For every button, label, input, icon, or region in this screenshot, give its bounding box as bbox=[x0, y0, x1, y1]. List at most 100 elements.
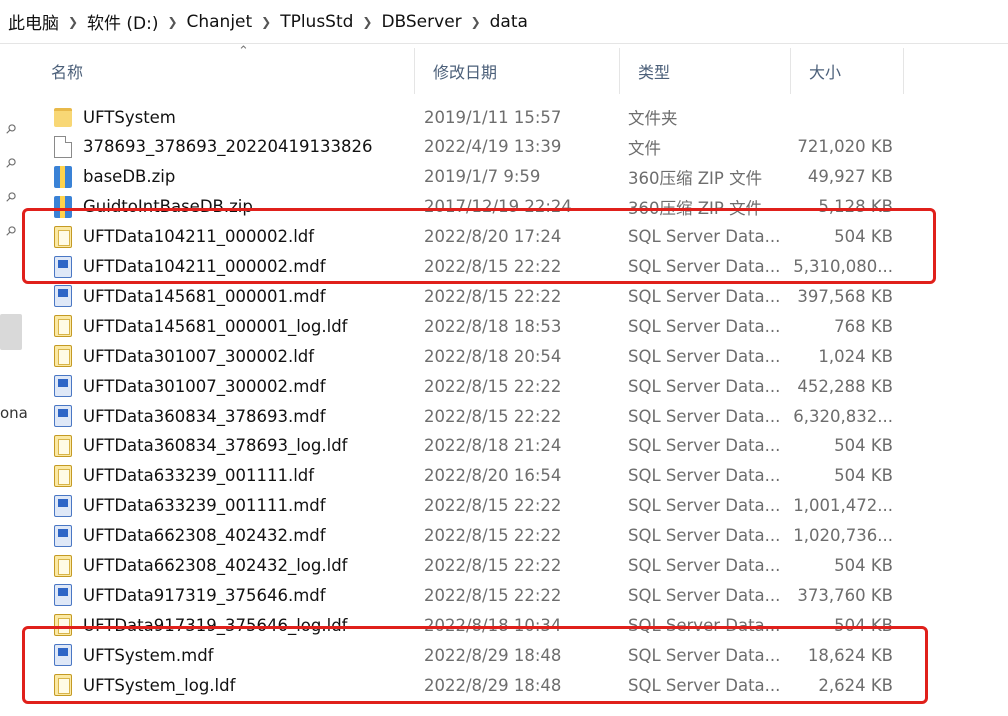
file-row[interactable]: UFTData360834_378693.mdf 2022/8/15 22:22 S… bbox=[40, 401, 910, 431]
file-name-cell[interactable]: UFTData301007_300002.ldf bbox=[54, 345, 314, 368]
file-row[interactable]: UFTData301007_300002.ldf 2022/8/18 20:54 S… bbox=[40, 341, 910, 371]
file-name[interactable]: UFTData917319_375646.mdf bbox=[83, 586, 326, 605]
file-name[interactable]: UFTData360834_378693_log.ldf bbox=[83, 436, 348, 455]
file-type: SQL Server Data... bbox=[628, 466, 781, 486]
file-name-cell[interactable]: baseDB.zip bbox=[54, 165, 175, 188]
file-type: SQL Server Data... bbox=[628, 585, 781, 605]
chevron-right-icon[interactable]: ❯ bbox=[254, 15, 278, 29]
file-name[interactable]: UFTData662308_402432_log.ldf bbox=[83, 556, 348, 575]
file-type: 文件 bbox=[628, 138, 661, 158]
column-header-size[interactable]: 大小 bbox=[791, 48, 904, 94]
file-name[interactable]: UFTData301007_300002.ldf bbox=[83, 347, 314, 366]
file-name[interactable]: UFTData633239_001111.mdf bbox=[83, 496, 326, 515]
file-date: 2022/8/15 22:22 bbox=[424, 286, 562, 306]
file-row[interactable]: UFTData917319_375646.mdf 2022/8/15 22:22 S… bbox=[40, 580, 910, 610]
file-row[interactable]: UFTSystem 2019/1/11 15:57 文件夹 bbox=[40, 102, 910, 132]
file-row[interactable]: baseDB.zip 2019/1/7 9:59 360压缩 ZIP 文件 49,92… bbox=[40, 162, 910, 192]
file-date: 2022/8/18 20:54 bbox=[424, 346, 562, 366]
pin-icon[interactable]: ⚲ bbox=[0, 187, 21, 210]
ldf-icon bbox=[54, 464, 72, 487]
highlight-box bbox=[22, 626, 928, 704]
column-header-bar: 名称 ⌃ 修改日期 类型 大小 bbox=[33, 44, 904, 94]
file-date: 2022/4/19 13:39 bbox=[424, 137, 562, 157]
file-type: 360压缩 ZIP 文件 bbox=[628, 168, 763, 188]
breadcrumb-item-dbserver[interactable]: DBServer bbox=[379, 12, 463, 32]
chevron-right-icon[interactable]: ❯ bbox=[61, 15, 85, 29]
nav-pane-label[interactable]: ona bbox=[0, 404, 28, 422]
file-type: SQL Server Data... bbox=[628, 346, 781, 366]
mdf-icon bbox=[54, 285, 72, 308]
file-date: 2022/8/15 22:22 bbox=[424, 496, 562, 516]
file-row[interactable]: UFTData145681_000001.mdf 2022/8/15 22:22 S… bbox=[40, 281, 910, 311]
file-row[interactable]: 378693_378693_20220419133826 2022/4/19 13… bbox=[40, 132, 910, 162]
column-header-size-label: 大小 bbox=[809, 63, 842, 82]
breadcrumb-item-tplusstd[interactable]: TPlusStd bbox=[278, 12, 355, 32]
column-header-name[interactable]: 名称 ⌃ bbox=[33, 44, 415, 94]
file-name[interactable]: 378693_378693_20220419133826 bbox=[83, 137, 372, 156]
file-name[interactable]: UFTData301007_300002.mdf bbox=[83, 377, 326, 396]
file-name-cell[interactable]: UFTSystem bbox=[54, 107, 176, 127]
file-row[interactable]: UFTData662308_402432.mdf 2022/8/15 22:22 S… bbox=[40, 521, 910, 551]
chevron-right-icon[interactable]: ❯ bbox=[355, 15, 379, 29]
file-name-cell[interactable]: UFTData917319_375646.mdf bbox=[54, 584, 326, 607]
file-name-cell[interactable]: UFTData145681_000001.mdf bbox=[54, 285, 326, 308]
file-icon bbox=[54, 135, 72, 158]
zip-icon bbox=[54, 165, 72, 188]
file-name[interactable]: UFTData145681_000001.mdf bbox=[83, 287, 326, 306]
file-date: 2022/8/15 22:22 bbox=[424, 376, 562, 396]
file-type: SQL Server Data... bbox=[628, 286, 781, 306]
file-name-cell[interactable]: UFTData662308_402432_log.ldf bbox=[54, 554, 348, 577]
file-size: 49,927 KB bbox=[807, 167, 893, 187]
file-name-cell[interactable]: UFTData662308_402432.mdf bbox=[54, 524, 326, 547]
column-header-date-label: 修改日期 bbox=[433, 63, 498, 82]
file-name[interactable]: baseDB.zip bbox=[83, 167, 175, 186]
column-header-date[interactable]: 修改日期 bbox=[415, 48, 620, 94]
pin-icon[interactable]: ⚲ bbox=[0, 221, 21, 244]
pin-icon[interactable]: ⚲ bbox=[0, 153, 21, 176]
file-row[interactable]: UFTData301007_300002.mdf 2022/8/15 22:22 S… bbox=[40, 371, 910, 401]
file-date: 2022/8/15 22:22 bbox=[424, 556, 562, 575]
breadcrumb: 此电脑 ❯ 软件 (D:) ❯ Chanjet ❯ TPlusStd ❯ DBS… bbox=[0, 0, 1008, 44]
file-name-cell[interactable]: UFTData360834_378693_log.ldf bbox=[54, 434, 348, 457]
ldf-icon bbox=[54, 554, 72, 577]
file-date: 2022/8/15 22:22 bbox=[424, 406, 562, 426]
file-size: 6,320,832... bbox=[793, 406, 893, 426]
file-name[interactable]: UFTData662308_402432.mdf bbox=[83, 526, 326, 545]
file-name[interactable]: UFTData633239_001111.ldf bbox=[83, 466, 314, 485]
breadcrumb-item-chanjet[interactable]: Chanjet bbox=[185, 12, 255, 32]
file-type: SQL Server Data... bbox=[628, 436, 781, 456]
file-row[interactable]: UFTData633239_001111.ldf 2022/8/20 16:54 S… bbox=[40, 461, 910, 491]
file-name-cell[interactable]: UFTData145681_000001_log.ldf bbox=[54, 315, 348, 338]
file-name[interactable]: UFTSystem bbox=[83, 108, 176, 127]
file-row[interactable]: UFTData360834_378693_log.ldf 2022/8/18 21… bbox=[40, 431, 910, 461]
chevron-right-icon[interactable]: ❯ bbox=[161, 15, 185, 29]
file-type: SQL Server Data... bbox=[628, 406, 781, 426]
breadcrumb-item-drive[interactable]: 软件 (D:) bbox=[85, 9, 161, 34]
file-row[interactable]: UFTData145681_000001_log.ldf 2022/8/18 18… bbox=[40, 311, 910, 341]
breadcrumb-item-this-pc[interactable]: 此电脑 bbox=[6, 9, 61, 34]
file-name[interactable]: UFTData145681_000001_log.ldf bbox=[83, 317, 348, 336]
file-size: 1,020,736... bbox=[793, 526, 893, 546]
chevron-right-icon[interactable]: ❯ bbox=[464, 15, 488, 29]
file-name-cell[interactable]: UFTData360834_378693.mdf bbox=[54, 405, 326, 427]
mdf-icon bbox=[54, 494, 72, 517]
file-name[interactable]: UFTData360834_378693.mdf bbox=[83, 407, 326, 426]
mdf-icon bbox=[54, 524, 72, 547]
file-size: 373,760 KB bbox=[797, 585, 893, 605]
file-size: 721,020 KB bbox=[797, 137, 893, 157]
file-name-cell[interactable]: UFTData633239_001111.ldf bbox=[54, 464, 314, 487]
ldf-icon bbox=[54, 315, 72, 338]
breadcrumb-item-data[interactable]: data bbox=[488, 12, 530, 32]
file-type: SQL Server Data... bbox=[628, 496, 781, 516]
file-name-cell[interactable]: 378693_378693_20220419133826 bbox=[54, 135, 372, 158]
file-row[interactable]: UFTData662308_402432_log.ldf 2022/8/15 22… bbox=[40, 551, 910, 581]
file-date: 2022/8/18 18:53 bbox=[424, 316, 562, 336]
file-row[interactable]: UFTData633239_001111.mdf 2022/8/15 22:22 S… bbox=[40, 491, 910, 521]
file-name-cell[interactable]: UFTData633239_001111.mdf bbox=[54, 494, 326, 517]
file-name-cell[interactable]: UFTData301007_300002.mdf bbox=[54, 375, 326, 398]
nav-pane-item[interactable] bbox=[0, 314, 22, 350]
pin-icon[interactable]: ⚲ bbox=[0, 119, 21, 142]
column-header-type[interactable]: 类型 bbox=[620, 48, 791, 94]
highlight-box bbox=[22, 208, 936, 284]
file-type: SQL Server Data... bbox=[628, 526, 781, 546]
